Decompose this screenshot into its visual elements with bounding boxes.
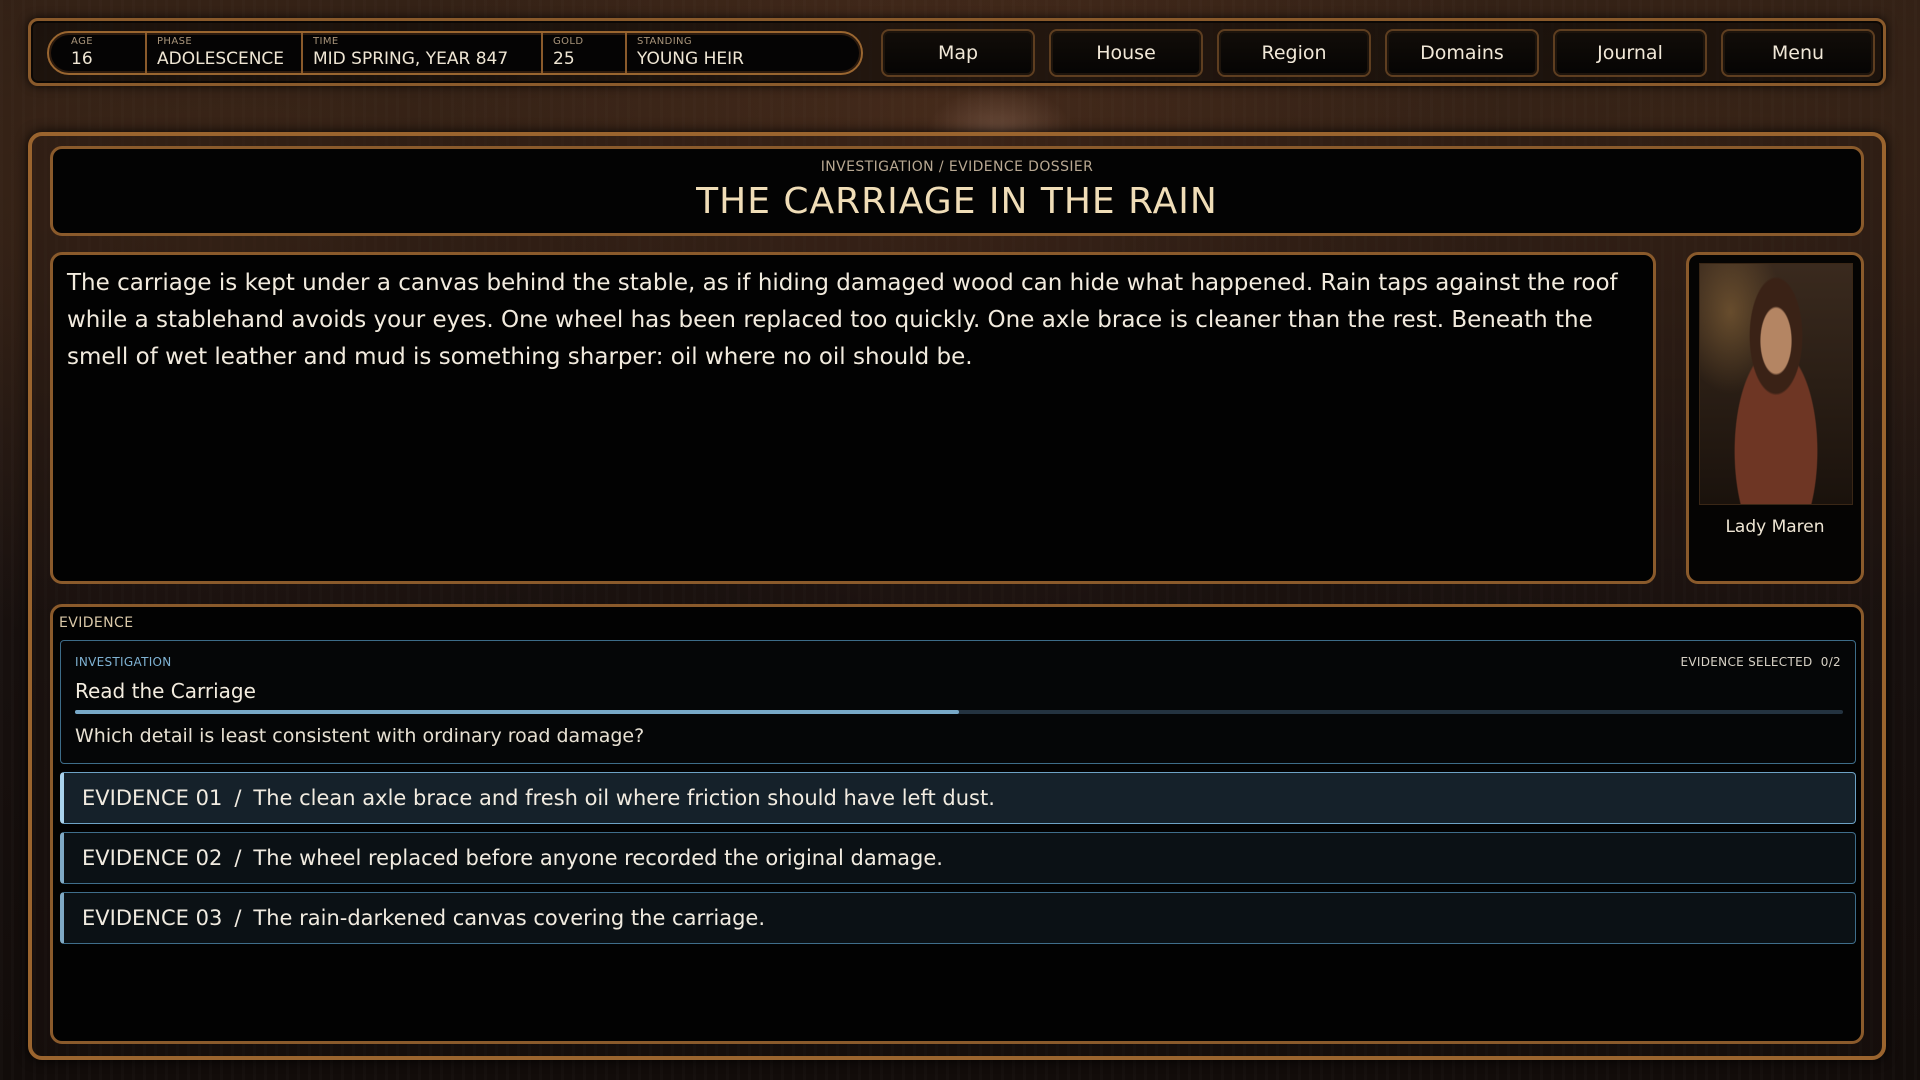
investigation-progress-bar xyxy=(75,710,1843,714)
stat-phase-value: ADOLESCENCE xyxy=(157,49,285,69)
stat-gold: GOLD 25 xyxy=(541,33,625,73)
evidence-option-text: The clean axle brace and fresh oil where… xyxy=(253,786,995,810)
character-portrait xyxy=(1699,263,1853,505)
evidence-selected-counter: EVIDENCE SELECTED 0/2 xyxy=(1681,655,1841,669)
investigation-card: INVESTIGATION EVIDENCE SELECTED 0/2 Read… xyxy=(60,640,1856,764)
stat-age-value: 16 xyxy=(71,49,93,69)
dossier-subtitle: INVESTIGATION / EVIDENCE DOSSIER xyxy=(820,159,1094,175)
investigation-question: Which detail is least consistent with or… xyxy=(75,725,645,747)
narrative-panel: The carriage is kept under a canvas behi… xyxy=(50,252,1656,584)
evidence-option-text: The wheel replaced before anyone recorde… xyxy=(253,846,943,870)
character-name: Lady Maren xyxy=(1725,517,1825,537)
nav-domains-button[interactable]: Domains xyxy=(1385,29,1539,77)
investigation-progress-fill xyxy=(75,710,959,714)
evidence-selected-count: 0/2 xyxy=(1820,655,1841,669)
status-bar: AGE 16 PHASE ADOLESCENCE TIME MID SPRING… xyxy=(47,31,863,75)
investigation-tag: INVESTIGATION xyxy=(75,655,172,669)
stat-standing-value: YOUNG HEIR xyxy=(637,49,744,69)
dossier-frame: INVESTIGATION / EVIDENCE DOSSIER THE CAR… xyxy=(28,132,1886,1060)
nav-map-button[interactable]: Map xyxy=(881,29,1035,77)
stat-gold-value: 25 xyxy=(553,49,575,69)
evidence-option-id: EVIDENCE 03 xyxy=(82,906,223,930)
stat-gold-label: GOLD xyxy=(553,36,584,47)
separator: / xyxy=(234,786,242,810)
evidence-option-03[interactable]: EVIDENCE 03 / The rain-darkened canvas c… xyxy=(60,892,1856,944)
stat-time: TIME MID SPRING, YEAR 847 xyxy=(301,33,541,73)
separator: / xyxy=(234,846,242,870)
evidence-section-label: EVIDENCE xyxy=(59,615,134,631)
nav-house-button[interactable]: House xyxy=(1049,29,1203,77)
stat-time-label: TIME xyxy=(313,36,339,47)
narrative-text: The carriage is kept under a canvas behi… xyxy=(67,270,1618,370)
nav-journal-button[interactable]: Journal xyxy=(1553,29,1707,77)
investigation-title: Read the Carriage xyxy=(75,679,256,703)
evidence-option-id: EVIDENCE 01 xyxy=(82,786,223,810)
evidence-list: EVIDENCE 01 / The clean axle brace and f… xyxy=(60,772,1856,952)
top-hud: AGE 16 PHASE ADOLESCENCE TIME MID SPRING… xyxy=(28,18,1886,86)
stat-standing-label: STANDING xyxy=(637,36,693,47)
stained-glass-window xyxy=(926,86,1074,134)
main-nav: Map House Region Domains Journal Menu xyxy=(881,29,1875,77)
evidence-option-02[interactable]: EVIDENCE 02 / The wheel replaced before … xyxy=(60,832,1856,884)
evidence-option-01[interactable]: EVIDENCE 01 / The clean axle brace and f… xyxy=(60,772,1856,824)
stat-age: AGE 16 xyxy=(71,33,145,73)
stat-phase: PHASE ADOLESCENCE xyxy=(145,33,301,73)
stat-phase-label: PHASE xyxy=(157,36,193,47)
stat-standing: STANDING YOUNG HEIR xyxy=(625,33,785,73)
evidence-option-id: EVIDENCE 02 xyxy=(82,846,223,870)
dossier-header: INVESTIGATION / EVIDENCE DOSSIER THE CAR… xyxy=(50,146,1864,236)
evidence-selected-label: EVIDENCE SELECTED xyxy=(1680,655,1813,669)
stat-age-label: AGE xyxy=(71,36,93,47)
evidence-panel: EVIDENCE INVESTIGATION EVIDENCE SELECTED… xyxy=(50,604,1864,1044)
stat-time-value: MID SPRING, YEAR 847 xyxy=(313,49,509,69)
evidence-option-text: The rain-darkened canvas covering the ca… xyxy=(253,906,765,930)
portrait-panel: Lady Maren xyxy=(1686,252,1864,584)
dossier-title: THE CARRIAGE IN THE RAIN xyxy=(696,181,1218,222)
nav-menu-button[interactable]: Menu xyxy=(1721,29,1875,77)
nav-region-button[interactable]: Region xyxy=(1217,29,1371,77)
separator: / xyxy=(234,906,242,930)
